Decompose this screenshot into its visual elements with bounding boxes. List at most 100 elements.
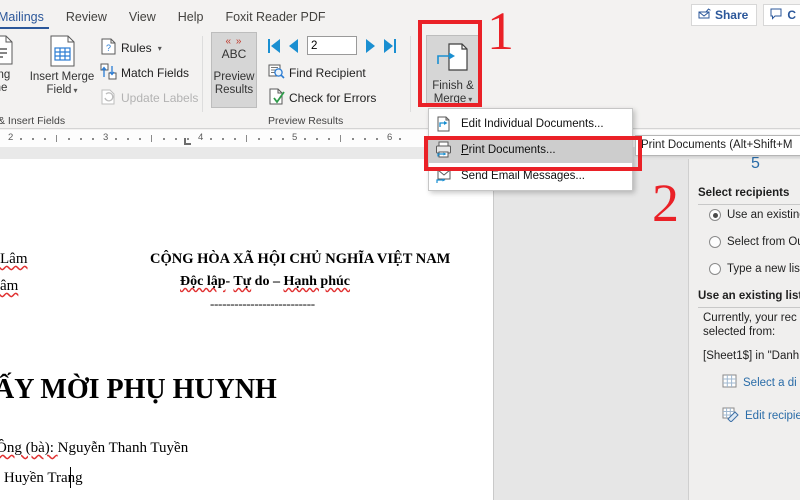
- share-button[interactable]: Share: [690, 4, 758, 26]
- share-label: Share: [714, 8, 749, 22]
- option-label-use-existing-list: Use an existing: [727, 209, 800, 221]
- option-type-new-list[interactable]: Type a new list: [709, 263, 800, 275]
- greeting-line-label-2: ne: [0, 82, 8, 94]
- group-label-preview-results: Preview Results: [268, 115, 344, 127]
- menu-item-label: Edit Individual Documents...: [461, 118, 604, 130]
- greeting-line-label-1: ting: [0, 69, 11, 81]
- update-labels-label: Update Labels: [121, 91, 199, 105]
- group-label-write-insert-fields: & Insert Fields: [0, 115, 66, 127]
- tab-mailings[interactable]: Mailings: [0, 7, 55, 30]
- first-record-arrow-icon: [271, 38, 280, 53]
- rules-button[interactable]: ? Rules ▾: [100, 38, 162, 58]
- doc-left-line-1: Lâm: [0, 251, 28, 267]
- svg-text:?: ?: [106, 43, 111, 53]
- check-for-errors-icon: [268, 88, 285, 108]
- annotation-marker-2: 2: [652, 173, 679, 233]
- update-labels-button: Update Labels: [100, 88, 198, 108]
- record-number-input[interactable]: 2: [307, 36, 357, 55]
- option-select-from-outlook[interactable]: Select from Ou: [709, 236, 800, 248]
- next-record-button[interactable]: [366, 38, 375, 53]
- select-a-different-list-link[interactable]: Select a di: [722, 374, 797, 391]
- ruler-mark-2: 2: [8, 132, 14, 143]
- ribbon-group-write-insert-fields: ting ne Insert Merge Field▾: [0, 30, 200, 129]
- chevron-down-icon: ▾: [157, 43, 162, 53]
- tab-review[interactable]: Review: [55, 7, 118, 30]
- ribbon-group-preview-results: « » ABC Preview Results 2 Find Recipient…: [206, 30, 406, 129]
- group-separator-2: [410, 36, 411, 112]
- doc-national-header: CỘNG HÒA XÃ HỘI CHỦ NGHĨA VIỆT NAM: [150, 251, 451, 267]
- first-record-button[interactable]: [268, 38, 280, 53]
- check-for-errors-label: Check for Errors: [289, 91, 377, 105]
- ruler-mark-4: 4: [198, 132, 204, 143]
- preview-results-toggle[interactable]: « » ABC Preview Results: [211, 32, 257, 108]
- record-navigation: 2: [268, 36, 396, 55]
- doc-left-line-2: âm: [0, 278, 19, 294]
- option-label-select-from-outlook: Select from Ou: [727, 236, 800, 248]
- previous-record-button[interactable]: [289, 38, 298, 53]
- group-separator-1: [202, 36, 203, 112]
- find-recipient-button[interactable]: Find Recipient: [268, 63, 366, 83]
- preview-results-abc-icon: « »: [225, 36, 243, 47]
- edit-recipient-list-link[interactable]: Edit recipie: [722, 407, 800, 425]
- find-recipient-label: Find Recipient: [289, 66, 366, 80]
- check-for-errors-button[interactable]: Check for Errors: [268, 88, 376, 108]
- tab-view[interactable]: View: [118, 7, 167, 30]
- greeting-line-button[interactable]: ting ne: [0, 32, 24, 95]
- share-icon: [698, 7, 711, 23]
- task-pane-step-indicator: 5: [751, 155, 760, 172]
- task-pane-body-line-2: selected from:: [703, 326, 776, 338]
- heading-divider-2: [698, 307, 800, 308]
- window-right-buttons: Share C: [690, 4, 800, 26]
- last-record-button[interactable]: [384, 38, 396, 53]
- radio-use-existing-list[interactable]: [709, 209, 721, 221]
- text-caret: [70, 467, 72, 488]
- document-canvas: Lâm âm CỘNG HÒA XÃ HỘI CHỦ NGHĨA VIỆT NA…: [0, 159, 688, 500]
- insert-merge-field-icon: [47, 35, 77, 71]
- select-recipients-heading: Select recipients: [698, 187, 790, 199]
- radio-select-from-outlook[interactable]: [709, 236, 721, 248]
- task-pane-body-line-1: Currently, your rec: [703, 312, 797, 324]
- match-fields-button[interactable]: Match Fields: [100, 63, 189, 83]
- option-label-type-new-list: Type a new list: [727, 263, 800, 275]
- ribbon-tab-bar: Mailings Review View Help Foxit Reader P…: [0, 0, 800, 30]
- preview-results-abc-label: ABC: [221, 47, 247, 61]
- use-existing-list-heading: Use an existing list: [698, 290, 800, 302]
- preview-results-label-1: Preview: [213, 71, 255, 83]
- tab-stop-marker[interactable]: [184, 138, 191, 145]
- print-documents-tooltip: Print Documents (Alt+Shift+M: [635, 135, 800, 156]
- match-fields-label: Match Fields: [121, 66, 190, 80]
- rules-icon: ?: [100, 38, 117, 58]
- menu-item-edit-individual-documents[interactable]: Edit Individual Documents...: [429, 111, 632, 137]
- option-use-existing-list[interactable]: Use an existing: [709, 209, 800, 221]
- grid-table-icon: [722, 374, 737, 391]
- document-page[interactable]: Lâm âm CỘNG HÒA XÃ HỘI CHỦ NGHĨA VIỆT NA…: [0, 159, 494, 500]
- annotation-box-finish-merge: [418, 20, 482, 107]
- comments-button[interactable]: C: [763, 4, 800, 26]
- rules-label: Rules: [121, 41, 152, 55]
- first-record-bar-icon: [268, 38, 270, 53]
- edit-list-icon: [722, 407, 739, 425]
- chevron-down-icon: ▾: [73, 86, 78, 95]
- find-recipient-icon: [268, 63, 285, 83]
- mail-merge-task-pane: 5 Select recipients Use an existing Sele…: [688, 155, 800, 500]
- insert-merge-field-button[interactable]: Insert Merge Field ▾: [22, 32, 102, 97]
- edit-recipient-list-label: Edit recipie: [745, 410, 800, 422]
- heading-divider-1: [698, 204, 800, 205]
- tab-foxit-reader-pdf[interactable]: Foxit Reader PDF: [214, 7, 336, 30]
- doc-motto-line: Độc lập- Tự do – Hạnh phúc: [180, 274, 351, 289]
- task-pane-source-line: [Sheet1$] in "Danh: [703, 350, 800, 362]
- ribbon: ting ne Insert Merge Field▾: [0, 30, 800, 129]
- tab-help[interactable]: Help: [167, 7, 215, 30]
- comments-label: C: [787, 8, 796, 22]
- doc-recipient-line: Ông (bà): Nguyễn Thanh Tuyền: [0, 440, 189, 456]
- annotation-box-print-documents: [424, 136, 642, 171]
- doc-title: ẤY MỜI PHỤ HUYNH: [0, 374, 277, 405]
- greeting-line-icon: [0, 35, 14, 69]
- radio-type-new-list[interactable]: [709, 263, 721, 275]
- select-a-different-list-label: Select a di: [743, 376, 797, 389]
- insert-merge-field-label-1: Insert Merge: [29, 71, 95, 83]
- ruler-mark-3: 3: [103, 132, 109, 143]
- last-record-bar-icon: [394, 38, 396, 53]
- annotation-marker-1: 1: [487, 1, 514, 61]
- menu-item-label: Send Email Messages...: [461, 170, 586, 182]
